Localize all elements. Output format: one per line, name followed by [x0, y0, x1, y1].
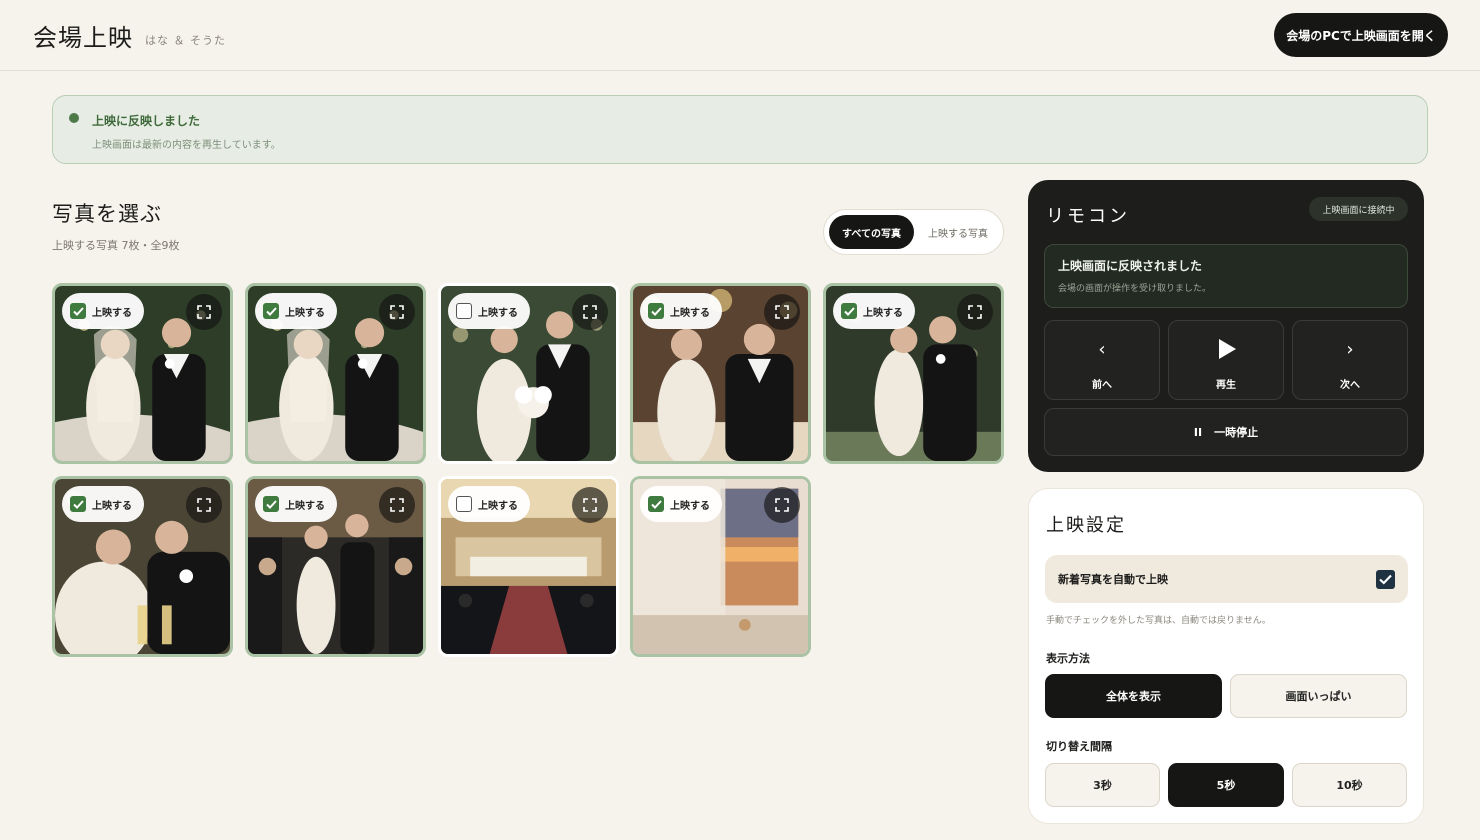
play-button[interactable]: 再生 — [1168, 320, 1284, 400]
photo-checkbox[interactable] — [70, 496, 86, 512]
photo-select-toggle[interactable]: 上映する — [833, 293, 915, 329]
photo-checkbox[interactable] — [70, 303, 86, 319]
photo-select-toggle[interactable]: 上映する — [62, 293, 144, 329]
expand-icon[interactable] — [572, 294, 608, 330]
photo-select-toggle[interactable]: 上映する — [448, 486, 530, 522]
display-mode-label: 表示方法 — [1046, 652, 1090, 665]
pause-label: 一時停止 — [1214, 426, 1259, 439]
status-dot-icon — [69, 113, 79, 123]
interval-5s-button[interactable]: 5秒 — [1168, 763, 1284, 807]
section-title: 写真を選ぶ — [52, 202, 162, 226]
photo-select-label: 上映する — [92, 500, 132, 512]
photo-filter: すべての写真 上映する写真 — [823, 209, 1004, 255]
play-icon — [1219, 339, 1236, 359]
photo-select-label: 上映する — [285, 500, 325, 512]
photo-checkbox[interactable] — [263, 496, 279, 512]
auto-play-label: 新着写真を自動で上映 — [1058, 573, 1168, 586]
expand-icon[interactable] — [186, 294, 222, 330]
photo-card[interactable]: 上映する — [438, 283, 619, 464]
chevron-left-icon: ‹ — [1098, 339, 1106, 360]
photo-select-toggle[interactable]: 上映する — [640, 486, 722, 522]
couple-names: はな ＆ そうた — [145, 34, 226, 47]
display-fill-button[interactable]: 画面いっぱい — [1230, 674, 1407, 718]
photo-card[interactable]: 上映する — [245, 283, 426, 464]
check-icon — [1379, 574, 1392, 585]
settings-title: 上映設定 — [1046, 515, 1126, 536]
photo-checkbox[interactable] — [456, 303, 472, 319]
photo-card[interactable]: 上映する — [52, 476, 233, 657]
status-banner: 上映に反映しました 上映画面は最新の内容を再生しています。 — [52, 95, 1428, 164]
photo-card[interactable]: 上映する — [630, 283, 811, 464]
photo-select-label: 上映する — [92, 307, 132, 319]
photo-select-toggle[interactable]: 上映する — [62, 486, 144, 522]
auto-play-note: 手動でチェックを外した写真は、自動では戻りません。 — [1046, 616, 1271, 626]
photo-select-label: 上映する — [863, 307, 903, 319]
interval-10s-button[interactable]: 10秒 — [1292, 763, 1407, 807]
photo-checkbox[interactable] — [456, 496, 472, 512]
photo-select-toggle[interactable]: 上映する — [640, 293, 722, 329]
expand-icon[interactable] — [764, 487, 800, 523]
expand-icon[interactable] — [572, 487, 608, 523]
filter-all-button[interactable]: すべての写真 — [829, 215, 914, 249]
auto-play-row[interactable]: 新着写真を自動で上映 — [1045, 555, 1408, 603]
photo-select-toggle[interactable]: 上映する — [448, 293, 530, 329]
remote-status: 上映画面に反映されました 会場の画面が操作を受け取りました。 — [1044, 244, 1408, 308]
photo-checkbox[interactable] — [841, 303, 857, 319]
remote-panel: リモコン 上映画面に接続中 上映画面に反映されました 会場の画面が操作を受け取り… — [1028, 180, 1424, 472]
photo-checkbox[interactable] — [648, 303, 664, 319]
open-projection-button[interactable]: 会場のPCで上映画面を開く — [1274, 13, 1448, 57]
prev-button[interactable]: ‹ 前へ — [1044, 320, 1160, 400]
expand-icon[interactable] — [764, 294, 800, 330]
photo-card[interactable]: 上映する — [52, 283, 233, 464]
remote-status-text: 会場の画面が操作を受け取りました。 — [1058, 284, 1212, 294]
photo-select-label: 上映する — [670, 307, 710, 319]
display-fit-button[interactable]: 全体を表示 — [1045, 674, 1222, 718]
prev-label: 前へ — [1092, 380, 1112, 391]
photo-card[interactable]: 上映する — [630, 476, 811, 657]
photo-checkbox[interactable] — [648, 496, 664, 512]
filter-selected-button[interactable]: 上映する写真 — [917, 215, 999, 249]
interval-3s-button[interactable]: 3秒 — [1045, 763, 1160, 807]
photo-card[interactable]: 上映する — [245, 476, 426, 657]
auto-play-checkbox[interactable] — [1376, 570, 1395, 589]
banner-text: 上映画面は最新の内容を再生しています。 — [92, 140, 281, 151]
chevron-right-icon: › — [1346, 339, 1354, 360]
photo-select-label: 上映する — [478, 500, 518, 512]
remote-title: リモコン — [1046, 206, 1130, 227]
page-title: 会場上映 — [33, 24, 133, 52]
photo-count: 上映する写真 7枚・全9枚 — [52, 239, 180, 252]
photo-select-label: 上映する — [670, 500, 710, 512]
photo-checkbox[interactable] — [263, 303, 279, 319]
photo-select-toggle[interactable]: 上映する — [255, 293, 337, 329]
expand-icon[interactable] — [379, 487, 415, 523]
photo-card[interactable]: 上映する — [438, 476, 619, 657]
expand-icon[interactable] — [186, 487, 222, 523]
interval-label: 切り替え間隔 — [1046, 740, 1112, 753]
photo-card[interactable]: 上映する — [823, 283, 1004, 464]
remote-status-title: 上映画面に反映されました — [1058, 259, 1203, 273]
header: 会場上映 はな ＆ そうた 会場のPCで上映画面を開く — [0, 0, 1480, 71]
photo-select-toggle[interactable]: 上映する — [255, 486, 337, 522]
next-button[interactable]: › 次へ — [1292, 320, 1408, 400]
settings-panel: 上映設定 新着写真を自動で上映 手動でチェックを外した写真は、自動では戻りません… — [1028, 488, 1424, 824]
photo-select-label: 上映する — [285, 307, 325, 319]
photo-select-label: 上映する — [478, 307, 518, 319]
play-label: 再生 — [1216, 380, 1236, 391]
expand-icon[interactable] — [957, 294, 993, 330]
next-label: 次へ — [1340, 380, 1360, 391]
banner-title: 上映に反映しました — [92, 114, 201, 128]
pause-button[interactable]: II 一時停止 — [1044, 408, 1408, 456]
expand-icon[interactable] — [379, 294, 415, 330]
pause-icon: II — [1193, 425, 1203, 439]
connection-badge: 上映画面に接続中 — [1309, 197, 1408, 221]
